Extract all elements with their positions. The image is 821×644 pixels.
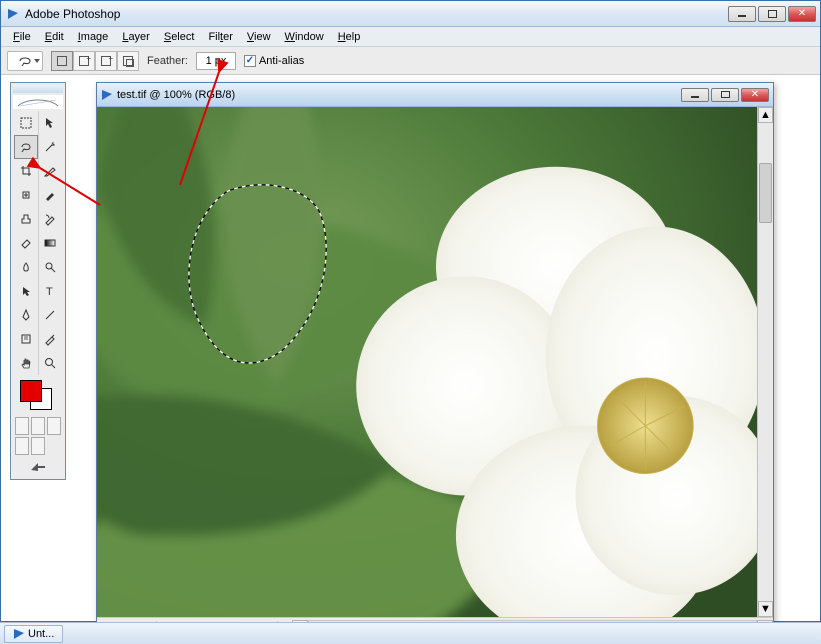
selection-add[interactable]	[73, 51, 95, 71]
taskbar-item-label: Unt...	[28, 628, 54, 640]
scroll-up-button[interactable]: ▲	[758, 107, 773, 123]
menu-filter[interactable]: Filter	[202, 29, 238, 45]
fullscreen-menu-button[interactable]	[31, 417, 45, 435]
selection-subtract[interactable]	[95, 51, 117, 71]
type-tool[interactable]: T	[38, 279, 62, 303]
check-icon: ✓	[244, 55, 256, 67]
document-title: test.tif @ 100% (RGB/8)	[101, 89, 681, 101]
svg-text:T: T	[46, 286, 53, 298]
selection-intersect[interactable]	[117, 51, 139, 71]
menu-image[interactable]: Image	[72, 29, 115, 45]
hand-tool[interactable]	[14, 351, 38, 375]
maximize-button[interactable]	[758, 6, 786, 22]
move-tool[interactable]	[38, 111, 62, 135]
magic-wand-tool[interactable]	[38, 135, 62, 159]
document-titlebar[interactable]: test.tif @ 100% (RGB/8) ✕	[97, 83, 773, 107]
menu-bar: File Edit Image Layer Select Filter View…	[1, 27, 820, 47]
vertical-scrollbar[interactable]: ▲ ▼	[757, 107, 773, 617]
window-controls: ✕	[728, 6, 816, 22]
quickmask-button[interactable]	[31, 437, 45, 455]
photoshop-icon	[13, 628, 25, 640]
toolbox-grip[interactable]	[13, 85, 63, 93]
eraser-tool[interactable]	[14, 231, 38, 255]
eyedropper-tool[interactable]	[38, 327, 62, 351]
history-brush-tool[interactable]	[38, 207, 62, 231]
fullscreen-button[interactable]	[47, 417, 61, 435]
pen-tool[interactable]	[14, 303, 38, 327]
lasso-tool-preset[interactable]	[7, 51, 43, 71]
notes-tool[interactable]	[14, 327, 38, 351]
menu-select[interactable]: Select	[158, 29, 201, 45]
crop-tool[interactable]	[14, 159, 38, 183]
brush-tool[interactable]	[38, 183, 62, 207]
taskbar: Unt...	[0, 622, 821, 644]
menu-help[interactable]: Help	[332, 29, 367, 45]
screen-mode-row	[15, 417, 61, 435]
line-tool[interactable]	[38, 303, 62, 327]
blur-tool[interactable]	[14, 255, 38, 279]
feather-input[interactable]	[196, 52, 236, 70]
menu-view[interactable]: View	[241, 29, 277, 45]
app-title: Adobe Photoshop	[25, 7, 728, 21]
feather-label: Feather:	[147, 55, 188, 67]
photoshop-icon	[5, 6, 21, 22]
scroll-down-button[interactable]: ▼	[758, 601, 773, 617]
gradient-tool[interactable]	[38, 231, 62, 255]
options-bar: Feather: ✓ Anti-alias	[1, 47, 820, 75]
close-button[interactable]: ✕	[788, 6, 816, 22]
taskbar-item[interactable]: Unt...	[4, 625, 63, 643]
toolbox-header-icon	[13, 95, 63, 109]
canvas-area[interactable]	[97, 107, 757, 617]
color-swatches	[16, 378, 60, 414]
jump-to-button[interactable]	[15, 457, 61, 475]
toolbox-panel[interactable]: T	[10, 82, 66, 480]
zoom-tool[interactable]	[38, 351, 62, 375]
menu-layer[interactable]: Layer	[116, 29, 156, 45]
selection-mode-group	[51, 51, 139, 71]
selection-new[interactable]	[51, 51, 73, 71]
main-titlebar[interactable]: Adobe Photoshop ✕	[1, 1, 820, 27]
standard-edit-button[interactable]	[15, 437, 29, 455]
photoshop-doc-icon	[101, 89, 113, 101]
slice-tool[interactable]	[38, 159, 62, 183]
standard-mode-button[interactable]	[15, 417, 29, 435]
vscroll-thumb[interactable]	[759, 163, 772, 223]
antialias-checkbox[interactable]: ✓ Anti-alias	[244, 55, 304, 67]
lasso-tool[interactable]	[14, 135, 38, 159]
doc-window-controls: ✕	[681, 88, 769, 102]
menu-file[interactable]: File	[7, 29, 37, 45]
path-select-tool[interactable]	[14, 279, 38, 303]
minimize-button[interactable]	[728, 6, 756, 22]
menu-edit[interactable]: Edit	[39, 29, 70, 45]
document-window: test.tif @ 100% (RGB/8) ✕	[96, 82, 774, 636]
stamp-tool[interactable]	[14, 207, 38, 231]
antialias-label: Anti-alias	[259, 55, 304, 67]
foreground-color-swatch[interactable]	[20, 380, 42, 402]
doc-close-button[interactable]: ✕	[741, 88, 769, 102]
dodge-tool[interactable]	[38, 255, 62, 279]
document-image	[97, 107, 757, 617]
menu-window[interactable]: Window	[279, 29, 330, 45]
quickmask-row	[15, 437, 61, 455]
doc-minimize-button[interactable]	[681, 88, 709, 102]
vscroll-track[interactable]	[758, 123, 773, 601]
marquee-tool[interactable]	[14, 111, 38, 135]
healing-brush-tool[interactable]	[14, 183, 38, 207]
doc-maximize-button[interactable]	[711, 88, 739, 102]
tool-grid: T	[13, 111, 63, 375]
